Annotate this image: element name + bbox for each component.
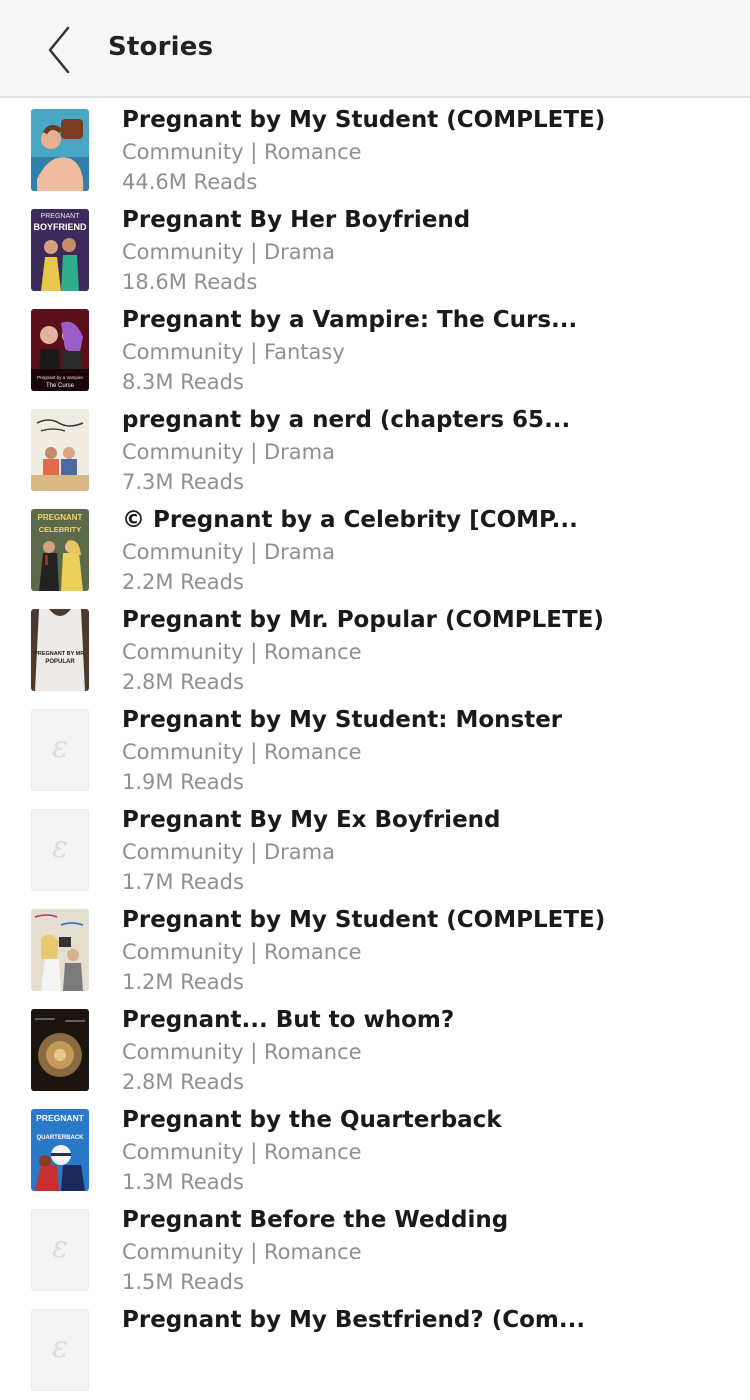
story-cover: PREGNANT BY MR. POPULAR (31, 609, 89, 691)
story-reads: 7.3M Reads (122, 470, 244, 494)
story-meta: Community | Fantasy (122, 340, 345, 364)
story-item[interactable]: ε Pregnant by My Bestfriend? (Com... (0, 1300, 750, 1400)
story-reads: 18.6M Reads (122, 270, 258, 294)
story-reads: 44.6M Reads (122, 170, 258, 194)
cover-placeholder: ε (31, 1209, 89, 1291)
back-button[interactable] (40, 24, 80, 76)
story-meta: Community | Romance (122, 940, 362, 964)
story-item[interactable]: ε Pregnant by My Student: Monster Commun… (0, 700, 750, 800)
top-bar: Stories (0, 0, 750, 98)
story-cover: Pregnant by a Vampire The Curse (31, 309, 89, 391)
story-cover (31, 1009, 89, 1091)
page-title: Stories (108, 32, 214, 62)
story-item[interactable]: Pregnant... But to whom? Community | Rom… (0, 1000, 750, 1100)
story-cover: PREGNANT BOYFRIEND (31, 209, 89, 291)
cover-text: QUARTERBACK (37, 1135, 85, 1141)
story-meta: Community | Drama (122, 540, 335, 564)
story-title: Pregnant... But to whom? (122, 1007, 455, 1033)
story-meta: Community | Drama (122, 240, 335, 264)
story-title: Pregnant By My Ex Boyfriend (122, 807, 501, 833)
story-item[interactable]: ε Pregnant By My Ex Boyfriend Community … (0, 800, 750, 900)
cover-text: The Curse (46, 383, 75, 389)
story-reads: 1.7M Reads (122, 870, 244, 894)
story-meta: Community | Romance (122, 740, 362, 764)
placeholder-logo-icon: ε (51, 1230, 69, 1265)
story-cover (31, 909, 89, 991)
cover-text: CELEBRITY (39, 525, 82, 534)
story-reads: 2.8M Reads (122, 1070, 244, 1094)
story-item[interactable]: PREGNANT CELEBRITY © Pregnant by a Celeb… (0, 500, 750, 600)
story-cover: PREGNANT CELEBRITY (31, 509, 89, 591)
story-item[interactable]: Pregnant by My Student (COMPLETE) Commun… (0, 100, 750, 200)
story-meta: Community | Romance (122, 640, 362, 664)
story-item[interactable]: Pregnant by a Vampire The Curse Pregnant… (0, 300, 750, 400)
cover-text: Pregnant by a Vampire (37, 375, 83, 380)
cover-text: PREGNANT (38, 513, 83, 522)
story-reads: 1.9M Reads (122, 770, 244, 794)
story-item[interactable]: Pregnant by My Student (COMPLETE) Commun… (0, 900, 750, 1000)
cover-text: PREGNANT BY MR. (34, 651, 86, 657)
story-item[interactable]: pregnant by a nerd (chapters 65... Commu… (0, 400, 750, 500)
story-reads: 1.5M Reads (122, 1270, 244, 1294)
story-title: © Pregnant by a Celebrity [COMP... (122, 507, 578, 533)
story-title: Pregnant By Her Boyfriend (122, 207, 471, 233)
story-cover (31, 109, 89, 191)
story-meta: Community | Romance (122, 1240, 362, 1264)
story-meta: Community | Romance (122, 1040, 362, 1064)
cover-text: PREGNANT (36, 1113, 85, 1123)
cover-placeholder: ε (31, 709, 89, 791)
story-list: Pregnant by My Student (COMPLETE) Commun… (0, 100, 750, 1400)
cover-placeholder: ε (31, 1309, 89, 1391)
story-reads: 8.3M Reads (122, 370, 244, 394)
story-title: pregnant by a nerd (chapters 65... (122, 407, 571, 433)
story-cover: PREGNANT QUARTERBACK (31, 1109, 89, 1191)
story-item[interactable]: ε Pregnant Before the Wedding Community … (0, 1200, 750, 1300)
story-meta: Community | Romance (122, 140, 362, 164)
story-reads: 1.3M Reads (122, 1170, 244, 1194)
story-title: Pregnant by My Bestfriend? (Com... (122, 1307, 586, 1333)
story-meta: Community | Drama (122, 440, 335, 464)
story-title: Pregnant by My Student (COMPLETE) (122, 907, 606, 933)
story-reads: 1.2M Reads (122, 970, 244, 994)
story-reads: 2.2M Reads (122, 570, 244, 594)
story-meta: Community | Romance (122, 1140, 362, 1164)
story-item[interactable]: PREGNANT BOYFRIEND Pregnant By Her Boyfr… (0, 200, 750, 300)
story-title: Pregnant Before the Wedding (122, 1207, 509, 1233)
story-title: Pregnant by My Student (COMPLETE) (122, 107, 606, 133)
chevron-left-icon (48, 26, 70, 74)
cover-text: BOYFRIEND (33, 222, 87, 232)
story-title: Pregnant by the Quarterback (122, 1107, 502, 1133)
cover-text: POPULAR (45, 659, 75, 665)
story-reads: 2.8M Reads (122, 670, 244, 694)
cover-text: PREGNANT (41, 213, 81, 220)
story-title: Pregnant by a Vampire: The Curs... (122, 307, 578, 333)
story-title: Pregnant by My Student: Monster (122, 707, 563, 733)
story-item[interactable]: PREGNANT BY MR. POPULAR Pregnant by Mr. … (0, 600, 750, 700)
story-item[interactable]: PREGNANT QUARTERBACK Pregnant by the Qua… (0, 1100, 750, 1200)
cover-placeholder: ε (31, 809, 89, 891)
placeholder-logo-icon: ε (51, 830, 69, 865)
story-cover (31, 409, 89, 491)
story-meta: Community | Drama (122, 840, 335, 864)
placeholder-logo-icon: ε (51, 1330, 69, 1365)
placeholder-logo-icon: ε (51, 730, 69, 765)
story-title: Pregnant by Mr. Popular (COMPLETE) (122, 607, 604, 633)
